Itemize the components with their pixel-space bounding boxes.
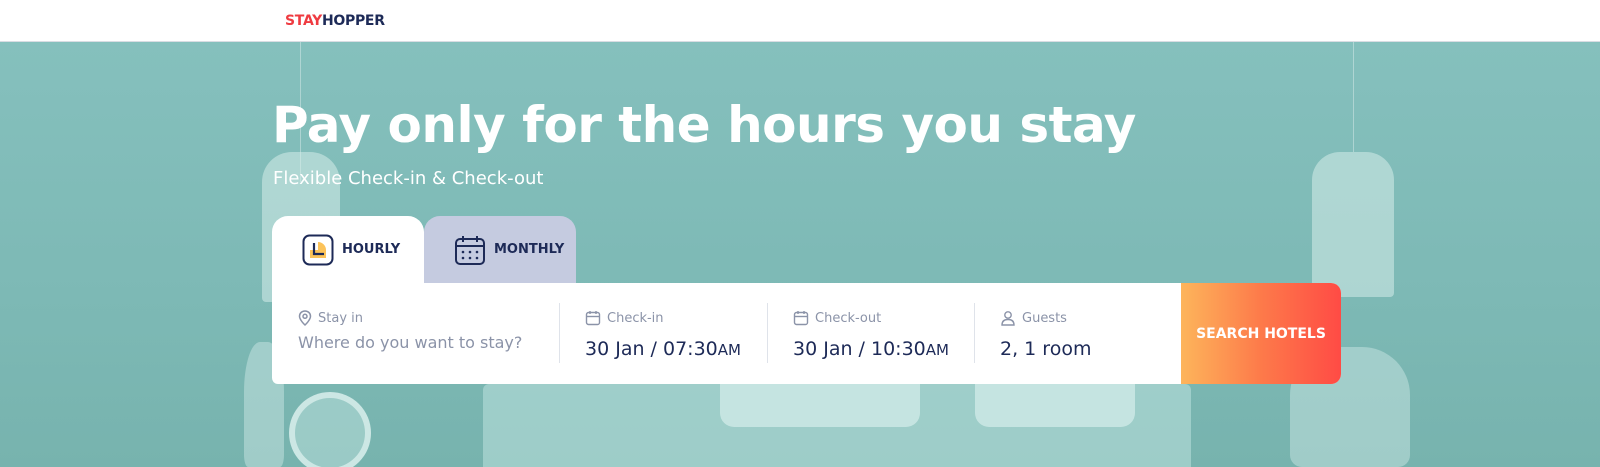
pendant-lamp-right (1312, 152, 1394, 297)
check-in-value: 30 Jan / 07:30AM (585, 338, 741, 360)
tab-monthly[interactable]: MONTHLY (424, 216, 576, 284)
search-hotels-button[interactable]: SEARCH HOTELS (1181, 283, 1341, 384)
guests-label-row: Guests (1000, 310, 1067, 326)
hero-headline: Pay only for the hours you stay (272, 96, 1136, 154)
hero-subline: Flexible Check-in & Check-out (273, 168, 544, 189)
tab-hourly-label: HOURLY (342, 242, 401, 257)
check-in-label-row: Check-in (585, 310, 664, 326)
check-out-ampm: AM (925, 341, 949, 359)
check-out-label-row: Check-out (793, 310, 881, 326)
logo-part-stay: STAY (285, 13, 322, 29)
check-in-date-time: 30 Jan / 07:30 (585, 338, 718, 360)
check-in-ampm: AM (717, 341, 741, 359)
calendar-small-icon (585, 311, 601, 326)
top-navbar: STAY HOPPER (0, 0, 1600, 42)
tab-monthly-label: MONTHLY (494, 242, 565, 257)
location-pin-icon (298, 310, 312, 326)
user-icon (1001, 311, 1015, 326)
guests-value: 2, 1 room (1000, 338, 1092, 360)
check-out-label: Check-out (815, 310, 882, 326)
calendar-small-icon (793, 311, 809, 326)
stay-in-label: Stay in (318, 310, 363, 326)
calendar-icon (454, 234, 486, 266)
alarm-clock-decoration (289, 392, 371, 467)
check-out-field[interactable]: Check-out 30 Jan / 10:30AM (767, 283, 974, 384)
tab-hourly[interactable]: HOURLY (272, 216, 424, 284)
stay-in-label-row: Stay in (298, 310, 363, 326)
guests-label: Guests (1022, 310, 1067, 326)
guests-field[interactable]: Guests 2, 1 room (974, 283, 1181, 384)
staymopper-logo[interactable]: STAY HOPPER (285, 13, 385, 29)
clock-icon (302, 234, 334, 266)
check-out-value: 30 Jan / 10:30AM (793, 338, 949, 360)
check-in-field[interactable]: Check-in 30 Jan / 07:30AM (559, 283, 767, 384)
logo-part-hopper: HOPPER (321, 13, 385, 29)
check-in-label: Check-in (607, 310, 664, 326)
stay-in-field[interactable]: Stay in (272, 283, 559, 384)
destination-input[interactable] (298, 333, 538, 352)
check-out-date-time: 30 Jan / 10:30 (793, 338, 926, 360)
lamp-wire-right (1353, 42, 1354, 152)
